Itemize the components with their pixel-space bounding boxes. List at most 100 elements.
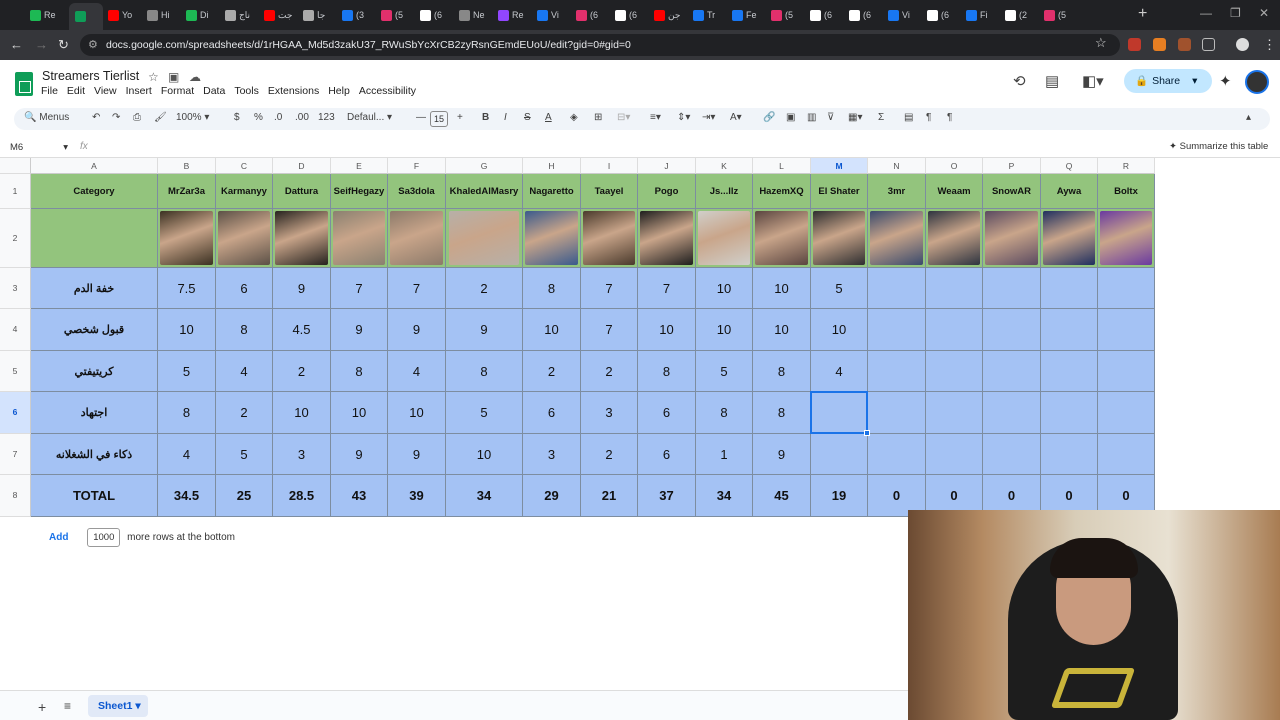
- italic-icon[interactable]: I: [504, 112, 507, 123]
- score-cell[interactable]: 6: [523, 392, 581, 434]
- browser-tab[interactable]: (6: [420, 5, 454, 25]
- score-cell[interactable]: [1098, 268, 1155, 309]
- font-size-increase-icon[interactable]: +: [457, 112, 463, 123]
- gemini-icon[interactable]: ✦: [1219, 72, 1232, 90]
- column-title-cell[interactable]: Pogo: [638, 174, 696, 209]
- score-cell[interactable]: 7: [581, 268, 638, 309]
- menu-extensions[interactable]: Extensions: [268, 85, 319, 97]
- score-cell[interactable]: [983, 434, 1041, 475]
- browser-tab[interactable]: (5: [771, 5, 805, 25]
- score-cell[interactable]: 10: [638, 309, 696, 351]
- score-cell[interactable]: 9: [388, 434, 446, 475]
- score-cell[interactable]: [1098, 392, 1155, 434]
- browser-tab[interactable]: (6: [615, 5, 649, 25]
- row-header[interactable]: 6: [0, 392, 31, 434]
- score-cell[interactable]: 10: [696, 268, 753, 309]
- browser-menu-icon[interactable]: ⋮: [1263, 37, 1276, 53]
- streamer-photo-cell[interactable]: [1041, 209, 1098, 268]
- streamer-photo-cell[interactable]: [581, 209, 638, 268]
- streamer-photo-cell[interactable]: [216, 209, 273, 268]
- column-title-cell[interactable]: Js...llz: [696, 174, 753, 209]
- column-header[interactable]: G: [446, 158, 523, 174]
- score-cell[interactable]: 4.5: [273, 309, 331, 351]
- menu-view[interactable]: View: [94, 85, 117, 97]
- score-cell[interactable]: [1098, 309, 1155, 351]
- score-cell[interactable]: [926, 392, 983, 434]
- total-cell[interactable]: 29: [523, 475, 581, 517]
- column-title-cell[interactable]: Weaam: [926, 174, 983, 209]
- score-cell[interactable]: [983, 309, 1041, 351]
- streamer-photo-cell[interactable]: [811, 209, 868, 268]
- bold-icon[interactable]: B: [482, 112, 489, 123]
- score-cell[interactable]: 9: [753, 434, 811, 475]
- reload-icon[interactable]: ↻: [58, 37, 69, 53]
- score-cell[interactable]: 10: [446, 434, 523, 475]
- close-window-icon[interactable]: ✕: [1259, 6, 1269, 20]
- browser-tab[interactable]: Yo: [108, 5, 142, 25]
- score-cell[interactable]: 7: [638, 268, 696, 309]
- column-header[interactable]: O: [926, 158, 983, 174]
- move-folder-icon[interactable]: ▣: [168, 70, 179, 84]
- cloud-status-icon[interactable]: ☁: [189, 70, 201, 84]
- column-title-cell[interactable]: Boltx: [1098, 174, 1155, 209]
- category-cell[interactable]: TOTAL: [31, 475, 158, 517]
- browser-tab[interactable]: (2: [1005, 5, 1039, 25]
- menu-format[interactable]: Format: [161, 85, 194, 97]
- score-cell[interactable]: [868, 434, 926, 475]
- score-cell[interactable]: 2: [446, 268, 523, 309]
- score-cell[interactable]: [983, 351, 1041, 392]
- column-title-cell[interactable]: Sa3dola: [388, 174, 446, 209]
- column-title-cell[interactable]: Category: [31, 174, 158, 209]
- menu-accessibility[interactable]: Accessibility: [359, 85, 416, 97]
- fill-handle[interactable]: [864, 430, 870, 436]
- vertical-align-icon[interactable]: ⇕▾: [677, 112, 690, 123]
- rtl-icon[interactable]: ¶: [926, 112, 931, 123]
- selected-cell-outline[interactable]: [810, 391, 868, 434]
- decrease-decimal[interactable]: .0: [274, 112, 282, 123]
- total-cell[interactable]: 25: [216, 475, 273, 517]
- column-title-cell[interactable]: KhaledAlMasry: [446, 174, 523, 209]
- all-sheets-icon[interactable]: ≡: [64, 699, 71, 713]
- new-tab-button[interactable]: +: [1138, 5, 1147, 23]
- version-history-icon[interactable]: ⟲: [1013, 72, 1026, 90]
- score-cell[interactable]: 4: [811, 351, 868, 392]
- column-header[interactable]: R: [1098, 158, 1155, 174]
- menu-help[interactable]: Help: [328, 85, 350, 97]
- row-header[interactable]: 7: [0, 434, 31, 475]
- total-cell[interactable]: 43: [331, 475, 388, 517]
- score-cell[interactable]: 3: [523, 434, 581, 475]
- score-cell[interactable]: 8: [523, 268, 581, 309]
- filter-views-icon[interactable]: ▦▾: [848, 112, 862, 123]
- print-icon[interactable]: ⎙: [133, 112, 141, 123]
- font-select[interactable]: Defaul... ▾: [347, 112, 392, 123]
- score-cell[interactable]: [983, 392, 1041, 434]
- horizontal-align-icon[interactable]: ≡▾: [650, 112, 661, 123]
- score-cell[interactable]: 5: [696, 351, 753, 392]
- column-header[interactable]: M: [811, 158, 868, 174]
- score-cell[interactable]: 8: [753, 392, 811, 434]
- extension-icon[interactable]: [1153, 38, 1166, 51]
- currency-format[interactable]: $: [234, 112, 240, 123]
- browser-tab[interactable]: Re: [30, 5, 64, 25]
- ltr-icon[interactable]: ¶: [947, 112, 952, 123]
- rows-count-input[interactable]: 1000: [87, 528, 121, 547]
- score-cell[interactable]: [983, 268, 1041, 309]
- browser-tab[interactable]: Hi: [147, 5, 181, 25]
- category-cell[interactable]: قبول شخصي: [31, 309, 158, 351]
- score-cell[interactable]: 10: [523, 309, 581, 351]
- browser-tab[interactable]: ناج: [225, 5, 259, 25]
- score-cell[interactable]: [868, 351, 926, 392]
- browser-tab[interactable]: جن: [654, 5, 688, 25]
- menu-insert[interactable]: Insert: [126, 85, 152, 97]
- browser-tab[interactable]: Vi: [537, 5, 571, 25]
- score-cell[interactable]: 10: [753, 268, 811, 309]
- column-header[interactable]: F: [388, 158, 446, 174]
- menu-edit[interactable]: Edit: [67, 85, 85, 97]
- score-cell[interactable]: 4: [158, 434, 216, 475]
- score-cell[interactable]: 7.5: [158, 268, 216, 309]
- browser-tab[interactable]: Fe: [732, 5, 766, 25]
- column-header[interactable]: A: [31, 158, 158, 174]
- score-cell[interactable]: 2: [523, 351, 581, 392]
- site-info-icon[interactable]: ⚙: [88, 38, 98, 51]
- score-cell[interactable]: 6: [216, 268, 273, 309]
